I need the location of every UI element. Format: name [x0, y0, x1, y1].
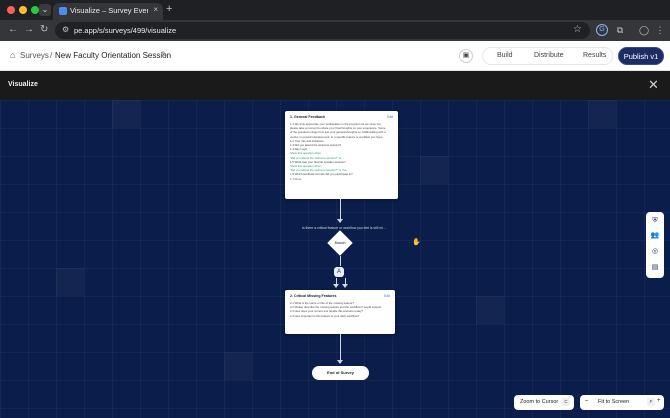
branch-badge[interactable]: A	[334, 267, 344, 277]
zoom-in-button[interactable]: +	[657, 398, 661, 404]
tab-search-icon[interactable]: ⌄	[39, 4, 51, 16]
connector-arrow	[337, 360, 343, 364]
tab-close-icon[interactable]: ×	[153, 5, 158, 14]
new-tab-button[interactable]: +	[166, 3, 172, 15]
image-icon[interactable]: ▤	[650, 263, 660, 273]
breadcrumb-surveys[interactable]: Surveys	[20, 51, 49, 60]
question-line: 2.4 How important is this feature to you…	[290, 313, 360, 318]
connector-line	[340, 199, 341, 221]
branch-label: Branch	[334, 241, 346, 245]
zoom-to-cursor-label: Zoom to Cursor	[520, 399, 559, 405]
grid-tile	[224, 352, 252, 380]
tab-build[interactable]: Build	[497, 52, 513, 59]
maximize-window-button[interactable]	[31, 6, 39, 14]
zoom-to-cursor-button[interactable]: Zoom to Cursor C	[514, 395, 574, 410]
shortcut-key-c: C	[562, 398, 570, 406]
address-bar[interactable]: ⚙ pe.app/s/surveys/499/visualize ☆	[55, 22, 590, 39]
app-header: ⌂ Surveys / New Faculty Orientation Sess…	[0, 41, 670, 71]
connector-arrow	[333, 284, 339, 288]
bookmark-star-icon[interactable]: ☆	[573, 24, 582, 35]
edit-section-button[interactable]: Edit	[384, 294, 390, 298]
visualize-title: Visualize	[8, 81, 38, 88]
grid-tile	[476, 296, 504, 324]
close-icon[interactable]: ✕	[648, 77, 659, 93]
grid-tile	[112, 100, 140, 128]
side-toolbar: ⛨ 👥 ◎ ▤	[646, 212, 664, 278]
preview-icon[interactable]: ▣	[459, 49, 473, 63]
browser-window: ⌄ Visualize – Survey Everywhere × + ← → …	[0, 0, 670, 418]
tab-distribute[interactable]: Distribute	[534, 52, 564, 59]
grid-tile	[56, 268, 84, 296]
connector-line	[340, 256, 341, 266]
question-line: of the questions range from just your ge…	[290, 130, 386, 135]
survey-title: New Faculty Orientation Session	[55, 51, 172, 60]
breadcrumb-separator: /	[50, 51, 53, 60]
forward-icon[interactable]: →	[24, 24, 34, 35]
browser-toolbar: ← → ↻ ⚙ pe.app/s/surveys/499/visualize ☆…	[0, 20, 670, 41]
grid-tile	[420, 156, 448, 184]
home-icon[interactable]: ⌂	[10, 50, 15, 60]
browser-menu-icon[interactable]: ⋮	[654, 24, 666, 36]
users-icon[interactable]: 👥	[650, 231, 660, 241]
section-card-critical-missing-features[interactable]: 2. Critical Missing Features Edit 2.1 Wh…	[285, 290, 395, 334]
close-window-button[interactable]	[7, 6, 15, 14]
branch-condition-text: Is there a critical feature or workflow …	[302, 226, 386, 230]
edit-section-button[interactable]: Edit	[387, 115, 393, 119]
section-title: 2. Critical Missing Features	[290, 294, 337, 298]
extensions-puzzle-icon[interactable]: ⧉	[614, 24, 626, 36]
profile-icon[interactable]: ◯	[638, 24, 650, 36]
tab-results[interactable]: Results	[583, 52, 606, 59]
url-text[interactable]: pe.app/s/surveys/499/visualize	[74, 26, 176, 35]
grid-tile	[588, 100, 616, 128]
favicon-icon	[59, 7, 67, 15]
mode-tabs: Build Distribute Results	[482, 47, 613, 65]
extension-icon[interactable]: G	[596, 24, 608, 36]
site-info-icon[interactable]: ⚙	[62, 25, 69, 34]
compass-icon[interactable]: ◎	[650, 247, 660, 257]
visualize-header: Visualize ✕	[0, 71, 670, 100]
connector-arrow	[342, 284, 348, 288]
question-list: 1.1 We truly appreciate your participati…	[290, 122, 393, 181]
zoom-out-button[interactable]: –	[585, 398, 588, 404]
tab-strip: ⌄ Visualize – Survey Everywhere × +	[0, 0, 670, 20]
back-icon[interactable]: ←	[8, 24, 18, 35]
section-title: 1. General Feedback	[290, 115, 325, 119]
question-list: 2.1 What is the name or title of the mis…	[290, 301, 390, 318]
fit-to-screen-control: – Fit to Screen F +	[580, 395, 664, 410]
shortcut-key-f: F	[647, 398, 655, 406]
browser-tab[interactable]: Visualize – Survey Everywhere ×	[53, 3, 163, 20]
connector-arrow	[337, 219, 343, 223]
reload-icon[interactable]: ↻	[40, 24, 48, 35]
publish-button[interactable]: Publish v1	[618, 47, 664, 65]
section-card-general-feedback[interactable]: 1. General Feedback Edit 1.1 We truly ap…	[285, 111, 398, 199]
shield-icon[interactable]: ⛨	[650, 216, 660, 226]
tab-title: Visualize – Survey Everywhere	[70, 6, 148, 15]
end-of-survey-node[interactable]: End of Survey	[312, 366, 369, 380]
flow-canvas[interactable]: 1. General Feedback Edit 1.1 We truly ap…	[0, 100, 670, 418]
hand-cursor-icon: ✋	[412, 239, 421, 246]
question-line: 1.7 Done	[290, 176, 302, 181]
fit-to-screen-button[interactable]: Fit to Screen	[598, 399, 629, 405]
edit-title-icon[interactable]: ✎	[161, 50, 168, 59]
minimize-window-button[interactable]	[19, 6, 27, 14]
connector-line	[340, 334, 341, 362]
